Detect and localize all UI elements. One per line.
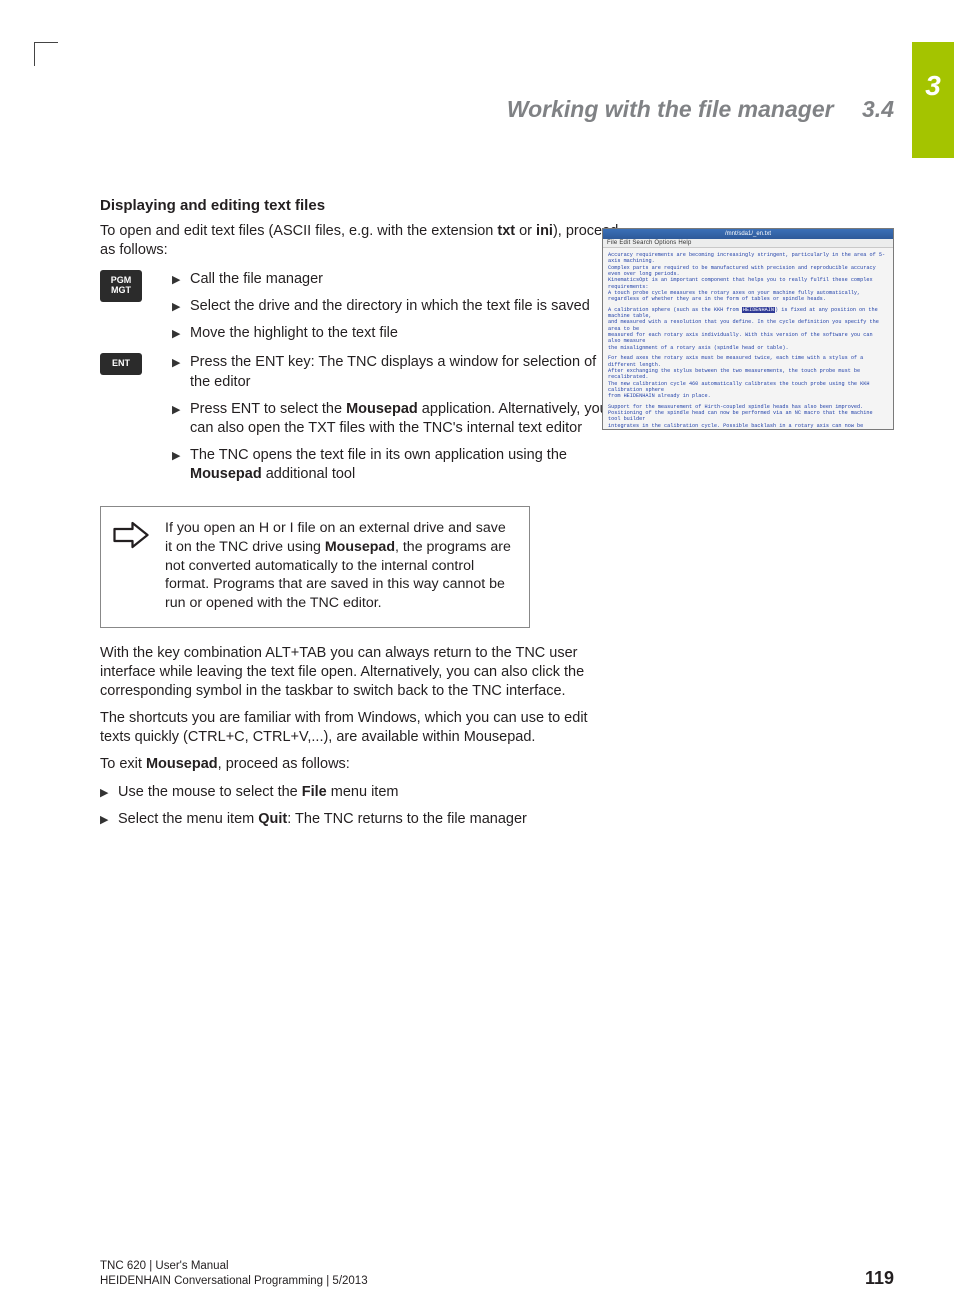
paragraph: To exit Mousepad, proceed as follows: (100, 755, 620, 774)
paragraph: With the key combination ALT+TAB you can… (100, 644, 620, 701)
triangle-icon: ▶ (172, 356, 190, 371)
step-item: ▶Call the file manager (172, 270, 620, 289)
chapter-number: 3 (925, 70, 941, 102)
header-section: 3.4 (862, 96, 894, 122)
footer: TNC 620 | User's Manual HEIDENHAIN Conve… (100, 1259, 894, 1289)
section-heading: Displaying and editing text files (100, 196, 620, 216)
triangle-icon: ▶ (172, 449, 190, 464)
crop-mark (34, 42, 58, 66)
footer-text: TNC 620 | User's Manual HEIDENHAIN Conve… (100, 1259, 368, 1289)
arrow-right-icon (101, 507, 161, 627)
chapter-tab: 3 (912, 42, 954, 158)
key-pgm-mgt: PGM MGT (100, 270, 142, 302)
step-item: ▶ Press ENT to select the Mousepad appli… (172, 400, 620, 438)
intro-paragraph: To open and edit text files (ASCII files… (100, 222, 620, 260)
triangle-icon: ▶ (172, 300, 190, 315)
step-item: ▶Select the drive and the directory in w… (172, 297, 620, 316)
step-item: ▶ The TNC opens the text file in its own… (172, 446, 620, 484)
step-item: ▶ Use the mouse to select the File menu … (100, 783, 620, 802)
triangle-icon: ▶ (172, 273, 190, 288)
page-number: 119 (865, 1268, 894, 1289)
triangle-icon: ▶ (100, 786, 118, 801)
triangle-icon: ▶ (172, 327, 190, 342)
step-item: ▶Press the ENT key: The TNC displays a w… (172, 353, 620, 391)
note-text: If you open an H or I file on an externa… (161, 507, 529, 627)
running-header: Working with the file manager 3.4 (507, 96, 894, 123)
step-item: ▶Move the highlight to the text file (172, 324, 620, 343)
paragraph: The shortcuts you are familiar with from… (100, 709, 620, 747)
screenshot-mousepad: /mnt/sda1/_en.txt File Edit Search Optio… (602, 228, 894, 430)
note-box: If you open an H or I file on an externa… (100, 506, 530, 628)
window-titlebar: /mnt/sda1/_en.txt (603, 229, 893, 239)
triangle-icon: ▶ (100, 813, 118, 828)
header-title: Working with the file manager (507, 96, 834, 122)
key-ent: ENT (100, 353, 142, 375)
window-body: Accuracy requirements are becoming incre… (603, 248, 893, 429)
window-menubar: File Edit Search Options Help (603, 239, 893, 248)
triangle-icon: ▶ (172, 403, 190, 418)
step-item: ▶ Select the menu item Quit: The TNC ret… (100, 810, 620, 829)
